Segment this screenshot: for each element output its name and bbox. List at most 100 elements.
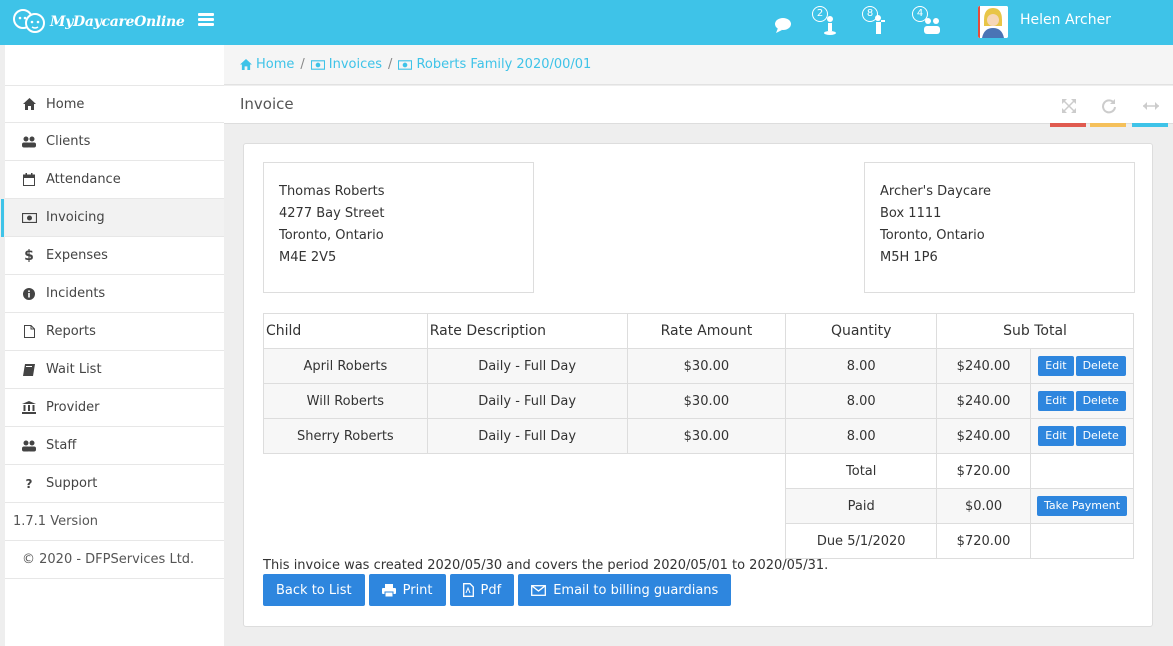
- sidebar-item-wait-list[interactable]: Wait List: [5, 351, 224, 389]
- page-header: Invoice: [224, 86, 1173, 127]
- sidebar: Home Clients Attendance Invoicing $ Expe…: [1, 45, 224, 646]
- money-icon: [398, 59, 413, 70]
- refresh-icon: [1102, 99, 1116, 114]
- breadcrumb-current[interactable]: Roberts Family 2020/00/01: [398, 57, 591, 72]
- sidebar-item-support[interactable]: ? Support: [5, 465, 224, 503]
- cell-quantity: 8.00: [785, 383, 938, 419]
- sidebar-item-label: Support: [46, 476, 98, 491]
- cell-child: Sherry Roberts: [263, 418, 428, 454]
- expand-icon: [1062, 99, 1076, 113]
- sidebar-item-label: Clients: [46, 134, 91, 149]
- address-line: Toronto, Ontario: [880, 228, 985, 243]
- bill-to-address: Thomas Roberts 4277 Bay Street Toronto, …: [263, 162, 534, 293]
- print-button[interactable]: Print: [368, 574, 446, 606]
- arrows-horizontal-icon: [1143, 102, 1159, 110]
- fullscreen-button[interactable]: [1058, 95, 1080, 117]
- sidebar-item-expenses[interactable]: $ Expenses: [5, 237, 224, 275]
- address-line: M5H 1P6: [880, 250, 938, 265]
- cell-rate-amount: $30.00: [626, 348, 787, 384]
- due-row: Due 5/1/2020 $720.00: [263, 523, 1134, 559]
- cell-child: April Roberts: [263, 348, 428, 384]
- user-avatar[interactable]: [978, 6, 1008, 38]
- app-logo[interactable]: MyDaycareOnline: [12, 6, 185, 38]
- address-line: Thomas Roberts: [279, 184, 385, 199]
- menu-toggle-button[interactable]: [198, 13, 214, 27]
- user-name[interactable]: Helen Archer: [1020, 12, 1111, 28]
- paid-value: $0.00: [936, 488, 1032, 524]
- users-icon: [21, 439, 37, 453]
- info-icon: [21, 287, 37, 301]
- invoice-actions: Back to List Print Pdf Email to billing …: [263, 574, 732, 606]
- sidebar-item-reports[interactable]: Reports: [5, 313, 224, 351]
- table-row: April Roberts Daily - Full Day $30.00 8.…: [263, 348, 1134, 384]
- sidebar-item-label: Attendance: [46, 172, 121, 187]
- drop-off-button[interactable]: 2: [812, 6, 842, 38]
- pick-up-button[interactable]: 8: [862, 6, 892, 38]
- paid-row: Paid $0.00 Take Payment: [263, 488, 1134, 524]
- dollar-icon: $: [24, 247, 34, 264]
- edit-button[interactable]: Edit: [1038, 391, 1074, 411]
- address-line: 4277 Bay Street: [279, 206, 385, 221]
- table-header-row: Child Rate Description Rate Amount Quant…: [263, 313, 1134, 349]
- sidebar-item-label: Provider: [46, 400, 100, 415]
- column-header-sub-total: Sub Total: [936, 313, 1134, 349]
- delete-button[interactable]: Delete: [1075, 426, 1126, 446]
- breadcrumb-home[interactable]: Home: [240, 57, 294, 72]
- sidebar-item-label: Invoicing: [46, 210, 105, 225]
- delete-button[interactable]: Delete: [1075, 356, 1126, 376]
- row-actions: Edit Delete: [1030, 348, 1134, 384]
- sidebar-item-staff[interactable]: Staff: [5, 427, 224, 465]
- back-to-list-button[interactable]: Back to List: [263, 574, 365, 606]
- due-label: Due 5/1/2020: [785, 523, 938, 559]
- sidebar-item-home[interactable]: Home: [5, 85, 224, 123]
- address-line: Toronto, Ontario: [279, 228, 384, 243]
- address-line: Box 1111: [880, 206, 942, 221]
- copyright: © 2020 - DFPServices Ltd.: [5, 541, 224, 579]
- envelope-icon: [531, 584, 547, 596]
- resize-button[interactable]: [1140, 95, 1162, 117]
- book-icon: [21, 363, 37, 377]
- sidebar-item-label: Incidents: [46, 286, 106, 301]
- invoice-card: Thomas Roberts 4277 Bay Street Toronto, …: [243, 143, 1153, 627]
- refresh-indicator: [1090, 123, 1126, 127]
- sidebar-item-label: Reports: [46, 324, 96, 339]
- refresh-button[interactable]: [1098, 95, 1120, 117]
- take-payment-button[interactable]: Take Payment: [1036, 496, 1128, 516]
- children-button[interactable]: 4: [912, 6, 942, 38]
- total-row: Total $720.00: [263, 453, 1134, 489]
- pdf-button[interactable]: Pdf: [449, 574, 515, 606]
- column-header-child: Child: [263, 313, 428, 349]
- messages-button[interactable]: [772, 6, 802, 38]
- address-line: M4E 2V5: [279, 250, 337, 265]
- home-icon: [21, 97, 37, 111]
- home-icon: [240, 59, 252, 70]
- invoice-period-note: This invoice was created 2020/05/30 and …: [263, 558, 829, 573]
- logo-text: MyDaycareOnline: [50, 14, 185, 30]
- sidebar-item-clients[interactable]: Clients: [5, 123, 224, 161]
- edit-button[interactable]: Edit: [1038, 356, 1074, 376]
- file-icon: [21, 325, 37, 339]
- cell-sub-total: $240.00: [936, 348, 1032, 384]
- question-icon: ?: [25, 476, 33, 491]
- sidebar-item-invoicing[interactable]: Invoicing: [1, 199, 224, 237]
- cell-quantity: 8.00: [785, 418, 938, 454]
- resize-indicator: [1132, 123, 1168, 127]
- sidebar-item-incidents[interactable]: Incidents: [5, 275, 224, 313]
- calendar-icon: [21, 173, 37, 187]
- cell-sub-total: $240.00: [936, 418, 1032, 454]
- invoice-table: Child Rate Description Rate Amount Quant…: [263, 313, 1134, 559]
- column-header-rate-amount: Rate Amount: [626, 313, 787, 349]
- cell-rate-amount: $30.00: [626, 418, 787, 454]
- edit-button[interactable]: Edit: [1038, 426, 1074, 446]
- cell-rate-description: Daily - Full Day: [426, 348, 628, 384]
- table-row: Sherry Roberts Daily - Full Day $30.00 8…: [263, 418, 1134, 454]
- breadcrumb-separator: /: [300, 57, 305, 72]
- users-icon: [21, 135, 37, 149]
- money-icon: [21, 211, 37, 225]
- delete-button[interactable]: Delete: [1075, 391, 1126, 411]
- total-label: Total: [785, 453, 938, 489]
- breadcrumb-invoices[interactable]: Invoices: [310, 57, 382, 72]
- email-billing-guardians-button[interactable]: Email to billing guardians: [518, 574, 732, 606]
- sidebar-item-provider[interactable]: Provider: [5, 389, 224, 427]
- sidebar-item-attendance[interactable]: Attendance: [5, 161, 224, 199]
